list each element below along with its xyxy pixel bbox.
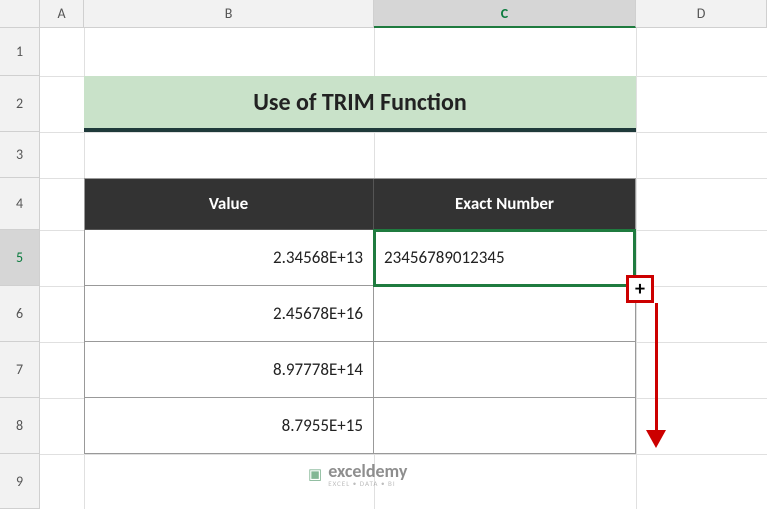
- row-header-1[interactable]: 1: [0, 28, 40, 76]
- fill-handle[interactable]: +: [626, 275, 654, 303]
- watermark-tagline: EXCEL • DATA • BI: [328, 480, 407, 487]
- cell-B8[interactable]: 8.7955E+15: [84, 398, 374, 454]
- col-header-D[interactable]: D: [636, 0, 767, 28]
- cell-B7[interactable]: 8.97778E+14: [84, 342, 374, 398]
- watermark: ▣ exceldemy EXCEL • DATA • BI: [308, 462, 407, 487]
- row-header-4[interactable]: 4: [0, 178, 40, 230]
- cell-C5[interactable]: 23456789012345: [374, 230, 636, 286]
- arrow-down-icon: [646, 430, 666, 448]
- row-header-7[interactable]: 7: [0, 342, 40, 398]
- watermark-brand: exceldemy: [328, 462, 407, 480]
- cell-C8[interactable]: [374, 398, 636, 454]
- row-header-5[interactable]: 5: [0, 230, 40, 286]
- col-header-C[interactable]: C: [374, 0, 636, 28]
- cell-C7[interactable]: [374, 342, 636, 398]
- arrow-line: [655, 303, 658, 433]
- cell-C6[interactable]: [374, 286, 636, 342]
- col-header-exact: Exact Number: [374, 178, 636, 230]
- row-header-8[interactable]: 8: [0, 398, 40, 454]
- row-header-6[interactable]: 6: [0, 286, 40, 342]
- col-header-A[interactable]: A: [40, 0, 84, 28]
- page-title: Use of TRIM Function: [84, 76, 636, 132]
- col-header-value: Value: [84, 178, 374, 230]
- row-header-3[interactable]: 3: [0, 132, 40, 178]
- logo-icon: ▣: [308, 465, 322, 484]
- sheet-corner[interactable]: [0, 0, 40, 28]
- cell-B5[interactable]: 2.34568E+13: [84, 230, 374, 286]
- row-header-9[interactable]: 9: [0, 454, 40, 509]
- plus-icon: +: [635, 279, 645, 299]
- cell-B6[interactable]: 2.45678E+16: [84, 286, 374, 342]
- row-header-2[interactable]: 2: [0, 76, 40, 132]
- col-header-B[interactable]: B: [84, 0, 374, 28]
